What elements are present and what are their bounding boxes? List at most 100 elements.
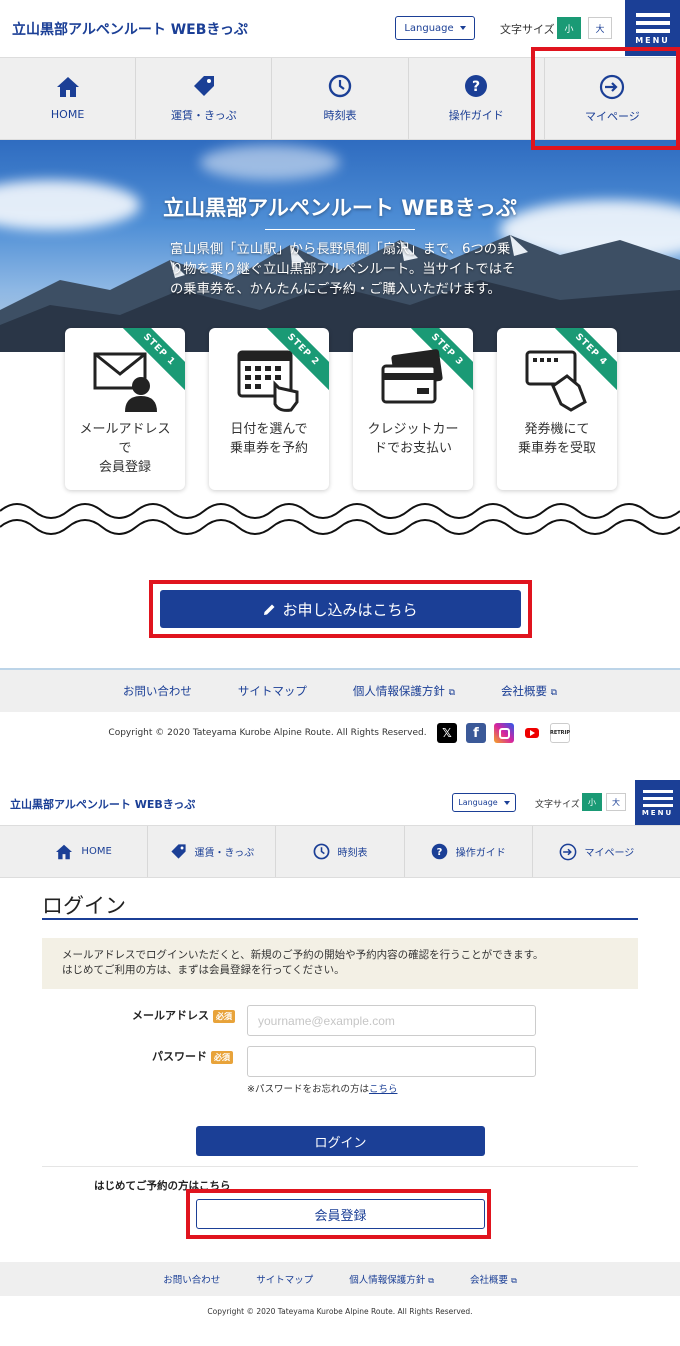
nav-fares[interactable]: 運賃・きっぷ (136, 58, 273, 139)
highlight-mypage (531, 47, 680, 150)
main-nav: HOME 運賃・きっぷ 時刻表 ? 操作ガイド マイページ (0, 825, 680, 878)
nav-home[interactable]: HOME (20, 826, 149, 877)
footer-contact-link[interactable]: お問い合わせ (163, 1272, 220, 1286)
svg-text:?: ? (436, 847, 442, 858)
hamburger-icon (642, 790, 673, 793)
language-label: Language (458, 798, 498, 807)
question-icon: ? (431, 843, 447, 860)
step-card-3: STEP 3 クレジットカー ドでお支払い (353, 328, 473, 490)
menu-button[interactable]: MENU (635, 780, 680, 825)
x-icon[interactable]: 𝕏 (437, 723, 457, 743)
email-label: メールアドレス 必須 (132, 1007, 235, 1023)
language-selector[interactable]: Language (395, 16, 475, 40)
calendar-tap-icon (237, 350, 299, 412)
login-notice: メールアドレスでログインいただくと、新規のご予約の開始や予約内容の確認を行うこと… (42, 938, 638, 989)
clock-icon (313, 843, 329, 860)
ticket-hand-icon (525, 350, 587, 412)
copyright: Copyright © 2020 Tateyama Kurobe Alpine … (207, 1307, 473, 1316)
apply-button[interactable]: お申し込みはこちら (160, 590, 521, 628)
wave-divider (0, 503, 680, 535)
external-link-icon: ⧉ (428, 1276, 435, 1285)
youtube-icon[interactable] (522, 723, 542, 743)
bottom-header: 立山黒部アルペンルート WEBきっぷ Language 文字サイズ 小 大 ME… (0, 780, 680, 825)
home-icon (56, 77, 79, 97)
step-text: クレジットカー ドでお支払い (367, 422, 459, 456)
hero-title: 立山黒部アルペンルート WEBきっぷ (163, 196, 517, 220)
hero-description: 富山県側「立山駅」から長野県側「扇沢」まで、6つの乗り物を乗り継ぐ立山黒部アルペ… (170, 242, 516, 297)
footer-sitemap-link[interactable]: サイトマップ (238, 683, 307, 699)
footer-links: お問い合わせ サイトマップ 個人情報保護方針 ⧉ 会社概要 ⧉ (0, 670, 680, 712)
step-card-2: STEP 2 日付を選んで 乗車券を予約 (209, 328, 329, 490)
svg-text:?: ? (472, 79, 480, 95)
tag-icon (170, 844, 186, 859)
nav-mypage[interactable]: マイページ (533, 826, 660, 877)
required-badge: 必須 (211, 1050, 233, 1064)
section-divider (42, 1166, 638, 1167)
hamburger-icon (635, 13, 670, 17)
nav-fares[interactable]: 運賃・きっぷ (148, 826, 277, 877)
nav-guide-label: 操作ガイド (448, 109, 504, 122)
credit-card-icon (381, 349, 443, 404)
sign-in-icon (559, 843, 576, 860)
footer-company-link[interactable]: 会社概要 ⧉ (470, 1272, 517, 1286)
footer-company-link[interactable]: 会社概要 ⧉ (501, 683, 557, 699)
font-size-label: 文字サイズ (535, 800, 580, 810)
nav-guide[interactable]: ? 操作ガイド (409, 58, 545, 139)
nav-timetable-label: 時刻表 (323, 109, 357, 122)
hero-banner: 立山黒部アルペンルート WEBきっぷ 富山県側「立山駅」から長野県側「扇沢」まで… (0, 140, 680, 352)
instagram-icon[interactable] (494, 723, 514, 743)
clock-icon (328, 74, 352, 98)
password-label: パスワード 必須 (152, 1048, 233, 1064)
home-icon (56, 844, 73, 859)
footer-links: お問い合わせ サイトマップ 個人情報保護方針 ⧉ 会社概要 ⧉ (0, 1262, 680, 1296)
step-text: 発券機にて 乗車券を受取 (517, 422, 596, 456)
hero-divider (265, 229, 415, 230)
nav-fares-label: 運賃・きっぷ (171, 109, 237, 122)
nav-mypage-label: マイページ (584, 848, 635, 859)
email-field[interactable] (247, 1005, 536, 1036)
login-button[interactable]: ログイン (196, 1126, 485, 1156)
external-link-icon: ⧉ (448, 688, 455, 698)
footer-contact-link[interactable]: お問い合わせ (123, 683, 192, 699)
apply-button-label: お申し込みはこちら (282, 600, 418, 619)
site-title[interactable]: 立山黒部アルペンルート WEBきっぷ (10, 796, 195, 812)
font-size-small-button[interactable]: 小 (557, 17, 581, 39)
site-title[interactable]: 立山黒部アルペンルート WEBきっぷ (12, 19, 248, 39)
font-size-small-button[interactable]: 小 (582, 793, 602, 811)
register-button[interactable]: 会員登録 (196, 1199, 485, 1229)
footer-privacy-link[interactable]: 個人情報保護方針 ⧉ (349, 1272, 434, 1286)
email-user-icon (93, 352, 157, 412)
language-label: Language (404, 22, 454, 34)
forgot-password-link[interactable]: こちら (369, 1084, 398, 1095)
footer-privacy-link[interactable]: 個人情報保護方針 ⧉ (353, 683, 455, 699)
nav-timetable-label: 時刻表 (337, 848, 368, 859)
password-field[interactable] (247, 1046, 536, 1077)
menu-label: MENU (641, 809, 674, 817)
footer-sitemap-link[interactable]: サイトマップ (256, 1272, 313, 1286)
menu-label: MENU (635, 36, 670, 45)
external-link-icon: ⧉ (511, 1276, 517, 1285)
step-text: 日付を選んで 乗車券を予約 (229, 422, 308, 456)
facebook-icon[interactable]: f (466, 723, 486, 743)
tag-icon (193, 76, 214, 96)
nav-guide[interactable]: ? 操作ガイド (405, 826, 533, 877)
nav-home-label: HOME (50, 108, 85, 121)
step-card-4: STEP 4 発券機にて 乗車券を受取 (497, 328, 617, 490)
nav-fares-label: 運賃・きっぷ (194, 848, 255, 859)
external-link-icon: ⧉ (550, 688, 558, 698)
title-underline (42, 918, 638, 920)
pencil-icon (264, 604, 275, 615)
chevron-down-icon (459, 26, 466, 30)
nav-home-label: HOME (81, 846, 112, 857)
font-size-large-button[interactable]: 大 (588, 17, 612, 39)
retrip-icon[interactable]: RETRIP (550, 723, 570, 743)
step-text: メールアドレス で 会員登録 (79, 422, 171, 475)
step-card-1: STEP 1 メールアドレス で 会員登録 (65, 328, 185, 490)
language-selector[interactable]: Language (452, 793, 516, 812)
nav-timetable[interactable]: 時刻表 (272, 58, 409, 139)
font-size-large-button[interactable]: 大 (606, 793, 626, 811)
nav-timetable[interactable]: 時刻表 (276, 826, 405, 877)
chevron-down-icon (503, 800, 510, 805)
nav-home[interactable]: HOME (0, 58, 137, 139)
required-badge: 必須 (213, 1009, 235, 1023)
